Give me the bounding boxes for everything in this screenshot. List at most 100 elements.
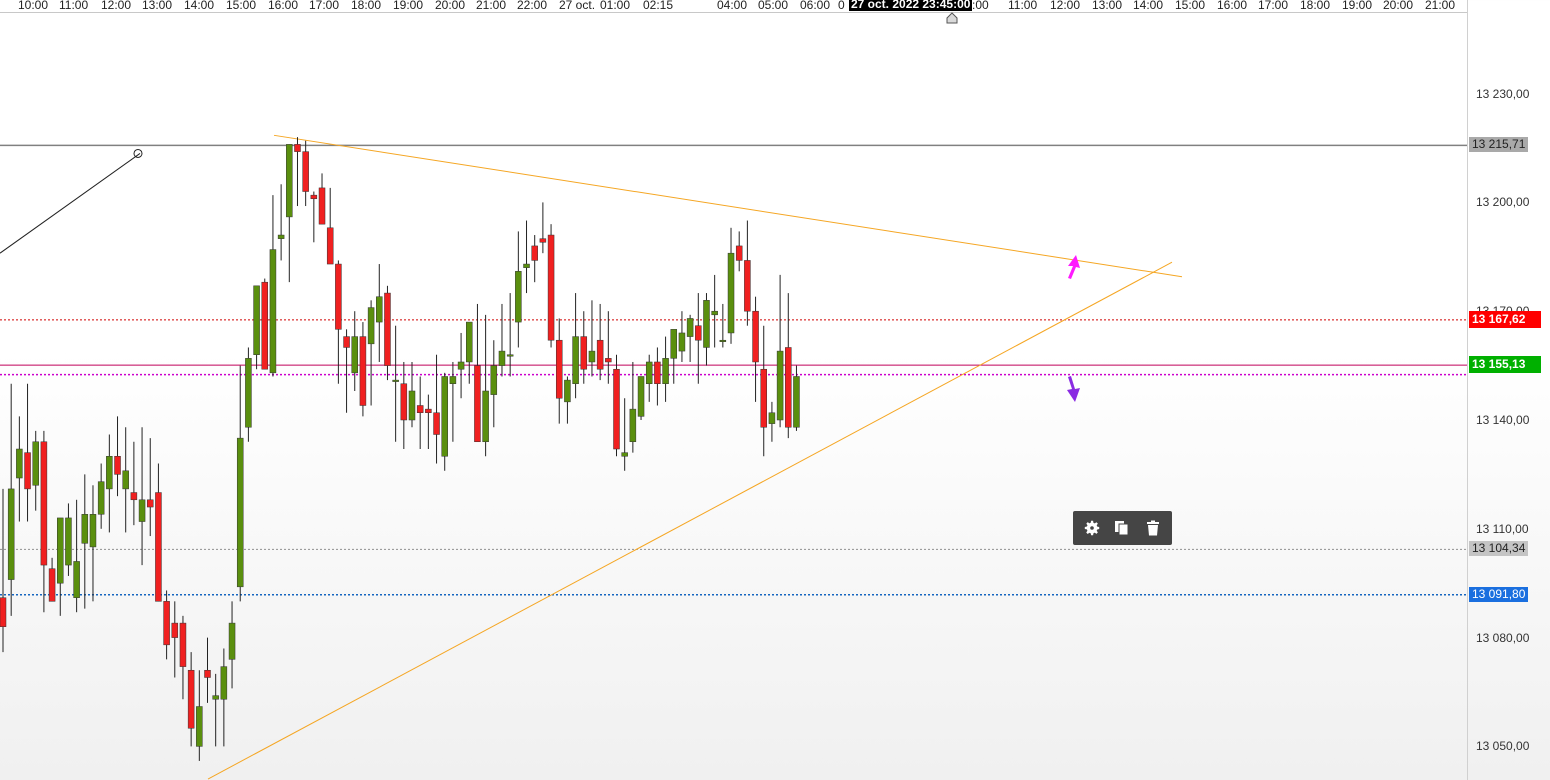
candle-body [343, 336, 350, 348]
candle-body [637, 376, 645, 417]
candle-body [629, 408, 637, 443]
time-tick-label: 22:00 [517, 0, 548, 12]
time-tick-label: 04:00 [717, 0, 748, 12]
candle-body [670, 329, 678, 359]
price-tick-label: 13 140,00 [1476, 413, 1530, 427]
line-anchor-marker [133, 148, 143, 158]
candle-body [776, 350, 784, 421]
candle-body [228, 622, 236, 660]
candle-body [408, 390, 416, 421]
candle-body [89, 514, 97, 548]
time-tick-label: 16:00 [1217, 0, 1248, 12]
candle-body [48, 568, 56, 602]
candle-body [236, 437, 244, 588]
candle-body [367, 307, 375, 345]
candle-body [760, 368, 767, 428]
candle-body [588, 350, 596, 363]
candle-body [744, 260, 751, 312]
price-chart[interactable] [0, 0, 1468, 780]
time-tick-label: 19:00 [1342, 0, 1373, 12]
candle-body [40, 441, 48, 566]
candle-body [376, 296, 383, 323]
candle-body [24, 452, 31, 490]
price-tick-label: 13 200,00 [1476, 195, 1530, 210]
time-tick-label: 05:00 [758, 0, 789, 12]
time-tick-label: 18:00 [1300, 0, 1331, 12]
candle-body [735, 245, 743, 261]
candle-body [645, 361, 653, 384]
price-axis [1467, 0, 1550, 780]
candle-body [547, 234, 555, 341]
settings-button[interactable] [1081, 517, 1103, 539]
price-tag: 13 215,71 [1469, 137, 1529, 153]
candle-body [81, 514, 89, 544]
time-tick-label: 15:00 [226, 0, 257, 12]
candle-body [654, 361, 661, 384]
candle-body [727, 252, 735, 334]
price-tag: 13 167,62 [1469, 310, 1541, 328]
candle-body [294, 144, 301, 152]
candle-body [155, 492, 162, 602]
gear-icon [1084, 520, 1100, 536]
candle-body [163, 601, 170, 646]
time-tick-label: 10:00 [18, 0, 49, 12]
candle-body [703, 300, 710, 348]
candle-body [384, 292, 391, 366]
candle-body [196, 706, 203, 747]
time-tick-label: 27 oct. [559, 0, 596, 12]
trendline-black-line [0, 153, 141, 254]
copy-icon [1115, 521, 1129, 536]
time-tick-label: 06:00 [800, 0, 831, 12]
candle-body [793, 376, 800, 428]
duplicate-button[interactable] [1111, 517, 1133, 539]
arrow-up-icon[interactable] [1068, 255, 1080, 279]
candle-body [245, 358, 252, 428]
time-tick-label: 12:00 [101, 0, 132, 12]
candle-body [130, 492, 138, 501]
candle-body [310, 194, 318, 200]
candle-body [16, 448, 23, 479]
trash-icon [1146, 520, 1159, 536]
candle-body [400, 383, 408, 421]
candle-body [457, 361, 465, 370]
time-tick-label: 11:00 [1008, 0, 1038, 12]
price-tag: 13 091,80 [1469, 586, 1529, 602]
time-tick-label: 20:00 [1383, 0, 1414, 12]
candle-body [425, 408, 432, 413]
candle-body [261, 281, 269, 370]
time-cursor-marker-icon[interactable] [946, 12, 958, 24]
candle-body [531, 245, 538, 261]
candle-body [171, 622, 179, 638]
arrow-down-icon[interactable] [1067, 376, 1080, 402]
candle-body [433, 412, 440, 435]
candle-body [318, 187, 326, 225]
candle-body [277, 234, 285, 239]
candle-body [335, 263, 342, 330]
candle-body [523, 263, 530, 268]
candle-body [204, 669, 211, 678]
candle-body [466, 321, 473, 363]
candle-body [302, 151, 309, 192]
time-tick-label: 14:00 [1133, 0, 1164, 12]
delete-button[interactable] [1142, 517, 1164, 539]
candle-body [686, 318, 694, 337]
candle-body [662, 358, 669, 384]
candle-body [572, 336, 579, 384]
time-tick-label: 17:00 [1258, 0, 1289, 12]
time-tick-label: 12:00 [1050, 0, 1081, 12]
candle-body [359, 336, 367, 406]
candle-body [73, 561, 80, 598]
candle-body [596, 339, 604, 370]
candle-body [613, 368, 620, 450]
time-cursor-label: 27 oct. 2022 23:45:00 [849, 0, 973, 11]
candle-body [179, 622, 187, 667]
time-tick-label: :00 [972, 0, 989, 12]
candle-body [114, 456, 121, 475]
candle-body [564, 379, 571, 403]
candle-body [106, 456, 113, 490]
price-tag: 13 104,34 [1469, 541, 1529, 557]
candle-body [253, 285, 260, 355]
candle-body [449, 376, 457, 384]
time-tick-label: 16:00 [268, 0, 299, 12]
candle-body [506, 354, 514, 357]
